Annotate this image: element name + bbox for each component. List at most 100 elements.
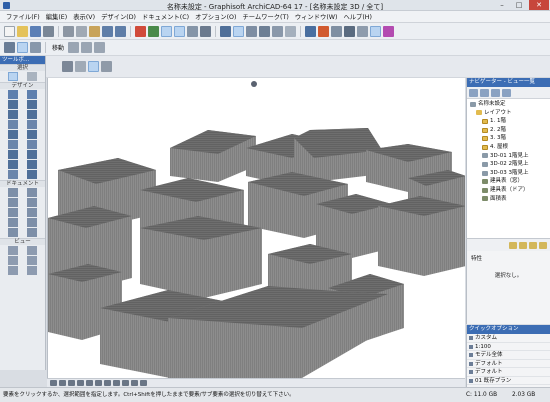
move-label[interactable]: 移動	[49, 43, 67, 52]
arrow-tool-icon[interactable]	[161, 25, 172, 37]
menu-file[interactable]: ファイル(F)	[3, 12, 43, 21]
rotate-icon[interactable]	[81, 42, 93, 53]
drawing-tool-icon[interactable]	[8, 228, 18, 237]
inject-icon[interactable]	[148, 25, 159, 37]
pan-icon[interactable]	[357, 25, 368, 37]
folder-icon[interactable]	[529, 241, 537, 249]
previous-view-icon[interactable]	[95, 380, 102, 386]
marquee-tool-icon[interactable]	[27, 72, 37, 81]
explore-icon[interactable]	[113, 380, 120, 386]
layer-icon[interactable]	[220, 25, 231, 37]
pick-up-icon[interactable]	[135, 25, 146, 37]
navigator-item[interactable]: 建具表（ドア）	[467, 186, 550, 195]
mirror-icon[interactable]	[94, 42, 106, 53]
dimension-tool-icon[interactable]	[8, 188, 18, 197]
view-map-icon[interactable]	[480, 88, 489, 97]
menu-help[interactable]: ヘルプ(H)	[340, 12, 375, 21]
maximize-button[interactable]: □	[511, 0, 527, 10]
skylight-tool-icon[interactable]	[27, 140, 37, 149]
copy-icon[interactable]	[76, 25, 87, 37]
section-tool-icon[interactable]	[8, 246, 18, 255]
orbit-icon[interactable]	[251, 81, 257, 87]
3d-cut-icon[interactable]	[233, 25, 244, 37]
zoom-in-icon[interactable]	[50, 380, 57, 386]
window-layout-icon[interactable]	[4, 42, 15, 53]
figure-tool-icon[interactable]	[27, 228, 37, 237]
roof-tool-icon[interactable]	[27, 130, 37, 139]
navigator-item[interactable]: 名称未設定	[467, 100, 550, 109]
minimize-button[interactable]: –	[494, 0, 510, 10]
navigator-item[interactable]: 4. 屋根	[467, 143, 550, 152]
menu-window[interactable]: ウィンドウ(W)	[292, 12, 341, 21]
publisher-icon[interactable]	[502, 88, 511, 97]
interior-elevation-tool-icon[interactable]	[8, 256, 18, 265]
3d-window-icon[interactable]	[17, 42, 28, 53]
navigator-item[interactable]: 建具表（窓）	[467, 177, 550, 186]
elevation-tool-icon[interactable]	[27, 246, 37, 255]
detail-icon[interactable]	[272, 25, 283, 37]
menu-teamwork[interactable]: チームワーク(T)	[239, 12, 291, 21]
navigator-item[interactable]: 3D-01 1階見上	[467, 152, 550, 161]
redo-icon[interactable]	[115, 25, 126, 37]
layout-book-icon[interactable]	[491, 88, 500, 97]
menu-view[interactable]: 表示(V)	[70, 12, 98, 21]
change-tool-icon[interactable]	[27, 266, 37, 275]
polyline-tool-icon[interactable]	[27, 218, 37, 227]
project-map-icon[interactable]	[469, 88, 478, 97]
beam-tool-icon[interactable]	[8, 100, 18, 109]
plan-icon[interactable]	[30, 42, 41, 53]
measure-icon[interactable]	[331, 25, 342, 37]
navigator-item[interactable]: 3. 3階	[467, 134, 550, 143]
line-tool-icon[interactable]	[27, 208, 37, 217]
stair-tool-icon[interactable]	[8, 130, 18, 139]
quick-option-row[interactable]: カスタム	[467, 334, 550, 343]
fill-tool-icon[interactable]	[8, 208, 18, 217]
print-icon[interactable]	[43, 25, 54, 37]
quick-option-row[interactable]: モデル全体	[467, 351, 550, 360]
folder-icon[interactable]	[509, 241, 517, 249]
undo-icon[interactable]	[102, 25, 113, 37]
curtain-wall-tool-icon[interactable]	[8, 150, 18, 159]
quick-option-row[interactable]: デフォルト	[467, 360, 550, 368]
menu-edit[interactable]: 編集(E)	[43, 12, 71, 21]
navigator-item[interactable]: 面積表	[467, 195, 550, 204]
zoom-out-icon[interactable]	[59, 380, 66, 386]
marquee-icon[interactable]	[318, 25, 329, 37]
window-tool-icon[interactable]	[27, 100, 37, 109]
menu-options[interactable]: オプション(O)	[192, 12, 239, 21]
cut-icon[interactable]	[63, 25, 74, 37]
arc-tool-icon[interactable]	[8, 218, 18, 227]
pan-icon[interactable]	[77, 380, 84, 386]
3d-viewport[interactable]	[47, 78, 465, 378]
next-view-icon[interactable]	[104, 380, 111, 386]
text-tool-icon[interactable]	[8, 198, 18, 207]
navigator-item[interactable]: 3D-03 3階見上	[467, 169, 550, 178]
teamwork-icon[interactable]	[370, 25, 381, 37]
open-file-icon[interactable]	[17, 25, 28, 37]
drag-icon[interactable]	[68, 42, 80, 53]
railing-tool-icon[interactable]	[27, 170, 37, 179]
lamp-tool-icon[interactable]	[8, 120, 18, 129]
object-tool-icon[interactable]	[27, 110, 37, 119]
paste-icon[interactable]	[89, 25, 100, 37]
close-button[interactable]: ✕	[529, 0, 549, 10]
level-dimension-tool-icon[interactable]	[27, 188, 37, 197]
grid-icon[interactable]	[187, 25, 198, 37]
navigator-item[interactable]: 2. 2階	[467, 126, 550, 135]
settings-icon[interactable]	[140, 380, 147, 386]
save-icon[interactable]	[30, 25, 41, 37]
3d-projection-icon[interactable]	[122, 380, 129, 386]
column-tool-icon[interactable]	[27, 90, 37, 99]
properties-heading[interactable]: 特性	[467, 251, 550, 262]
slab-tool-icon[interactable]	[27, 120, 37, 129]
render-icon[interactable]	[305, 25, 316, 37]
zone-tool-icon[interactable]	[8, 160, 18, 169]
publish-icon[interactable]	[383, 25, 394, 37]
navigator-item[interactable]: 3D-02 2階見上	[467, 160, 550, 169]
guide-icon[interactable]	[200, 25, 211, 37]
folder-icon[interactable]	[519, 241, 527, 249]
door-tool-icon[interactable]	[8, 110, 18, 119]
quick-option-row[interactable]: 1:100	[467, 343, 550, 351]
navigator-item[interactable]: レイアウト	[467, 109, 550, 118]
worksheet-icon[interactable]	[285, 25, 296, 37]
